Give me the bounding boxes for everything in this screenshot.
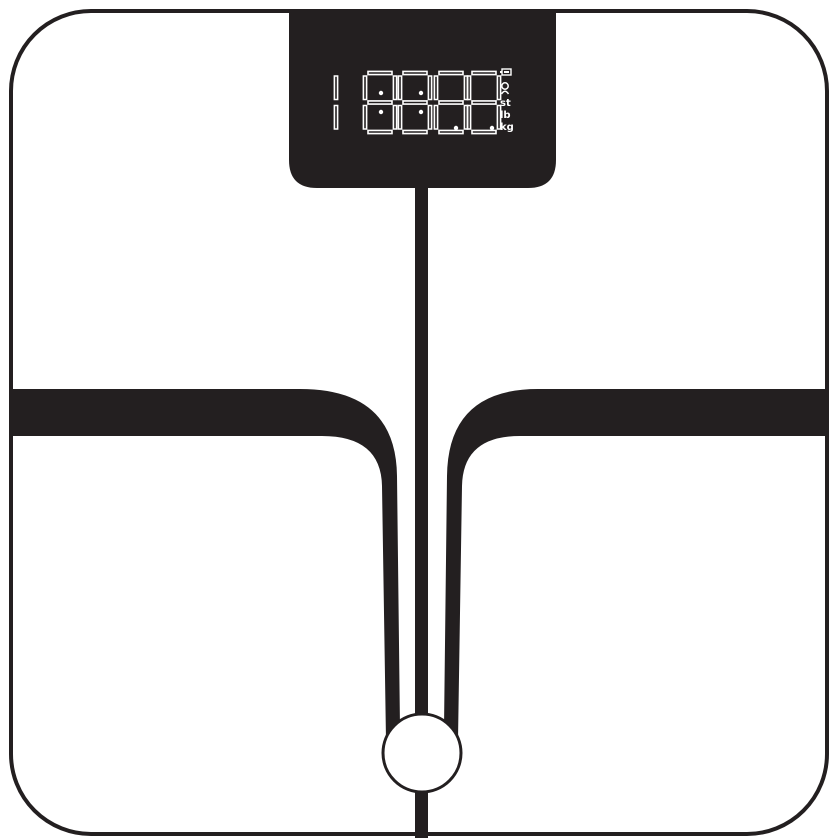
display-dot: [418, 109, 424, 115]
unit-lb: lb: [500, 110, 511, 121]
center-button[interactable]: [381, 712, 463, 794]
display-dot: [378, 90, 384, 96]
unit-kg: kg: [500, 122, 514, 133]
scale-illustration: st lb kg: [9, 9, 829, 838]
display-dot: [489, 125, 495, 131]
display-dot: [453, 125, 459, 131]
display-dot: [418, 90, 424, 96]
display-panel: [289, 11, 556, 188]
unit-st: st: [500, 98, 511, 109]
display-dot: [378, 109, 384, 115]
